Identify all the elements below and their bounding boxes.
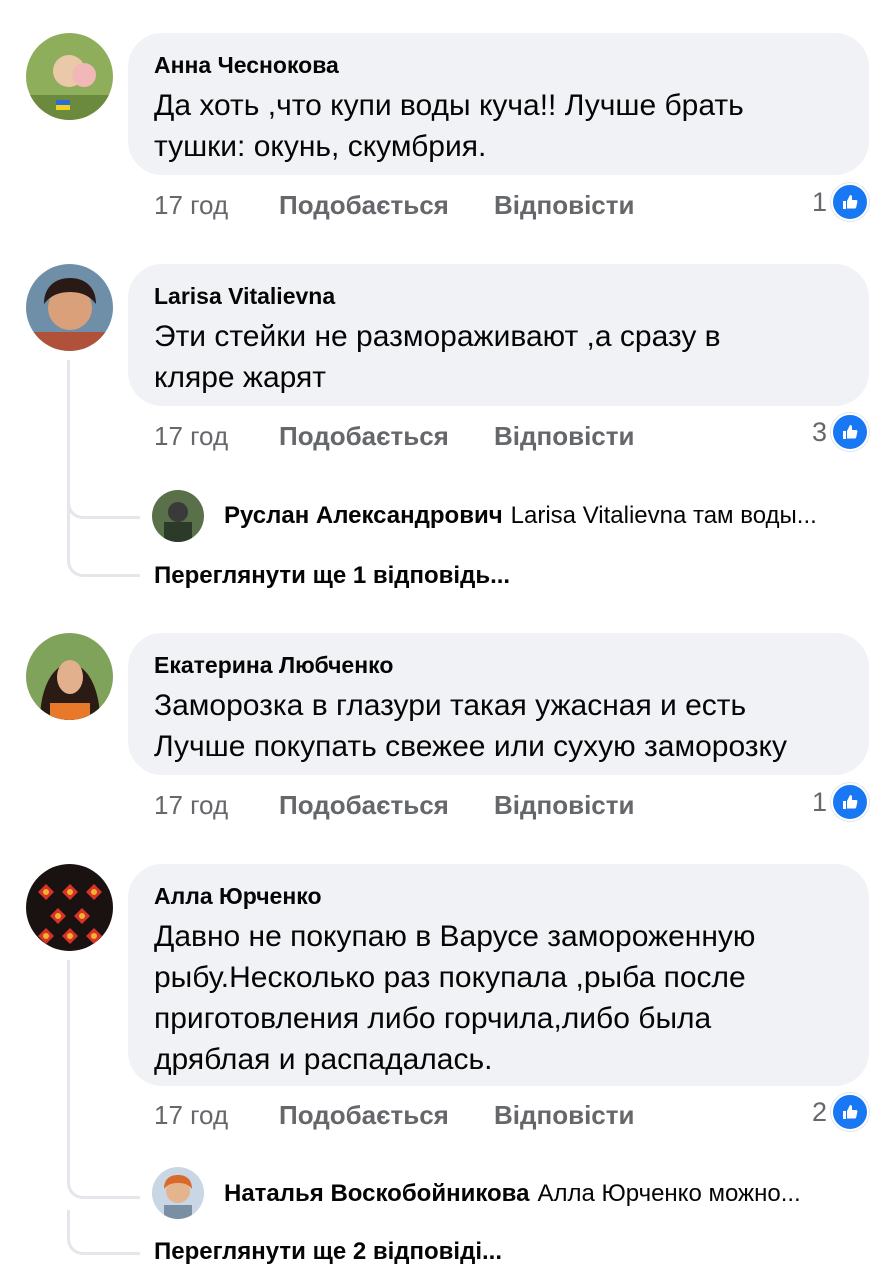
reply-preview[interactable]: Руслан Александрович Larisa Vitalievna та… xyxy=(224,502,817,530)
reply-author[interactable]: Руслан Александрович xyxy=(224,502,503,529)
comment-author[interactable]: Алла Юрченко xyxy=(154,882,843,910)
like-thumb-icon xyxy=(831,183,869,221)
thread-line xyxy=(67,960,70,1180)
comment-bubble: Анна Чеснокова Да хоть ,что купи воды ку… xyxy=(128,33,869,175)
reply-avatar[interactable] xyxy=(152,1167,204,1219)
comment-text: Эти стейки не размораживают ,а сразу в к… xyxy=(154,316,843,398)
reply-avatar[interactable] xyxy=(152,490,204,542)
comment-time[interactable]: 17 год xyxy=(154,420,228,452)
comment-line: Заморозка в глазури такая ужасная и есть xyxy=(154,689,747,722)
comment-line: Лучше покупать свежее или сухую заморозк… xyxy=(154,730,788,763)
reply-button[interactable]: Відповісти xyxy=(494,789,634,821)
comment-text: Давно не покупаю в Варусе замороженную р… xyxy=(154,916,843,1080)
view-more-replies-link[interactable]: Переглянути ще 2 відповіді... xyxy=(154,1238,502,1266)
like-button[interactable]: Подобається xyxy=(279,189,449,221)
comment-line: рыбу.Несколько раз покупала ,рыба после xyxy=(154,961,746,994)
comment-text: Заморозка в глазури такая ужасная и есть… xyxy=(154,685,843,767)
comment-line: приготовления либо горчила,либо была xyxy=(154,1002,712,1035)
reaction-number: 3 xyxy=(811,416,827,447)
reaction-count[interactable]: 1 xyxy=(811,783,869,821)
comment-author[interactable]: Анна Чеснокова xyxy=(154,51,843,79)
avatar[interactable] xyxy=(26,633,113,720)
avatar[interactable] xyxy=(26,264,113,351)
like-thumb-icon xyxy=(831,1093,869,1131)
reply-preview[interactable]: Наталья Воскобойникова Алла Юрченко можно… xyxy=(224,1180,801,1208)
like-button[interactable]: Подобається xyxy=(279,789,449,821)
reaction-number: 1 xyxy=(811,786,827,817)
comment-bubble: Larisa Vitalievna Эти стейки не размораж… xyxy=(128,264,869,406)
like-button[interactable]: Подобається xyxy=(279,1099,449,1131)
reply-button[interactable]: Відповісти xyxy=(494,420,634,452)
comment-author[interactable]: Larisa Vitalievna xyxy=(154,282,843,310)
comment-line: Да хоть ,что купи воды куча!! Лучше брат… xyxy=(154,89,744,122)
avatar[interactable] xyxy=(26,33,113,120)
reply-author[interactable]: Наталья Воскобойникова xyxy=(224,1180,529,1207)
comment-bubble: Алла Юрченко Давно не покупаю в Варусе з… xyxy=(128,864,869,1086)
like-thumb-icon xyxy=(831,783,869,821)
comment-line: Эти стейки не размораживают ,а сразу в xyxy=(154,320,721,353)
comment-line: кляре жарят xyxy=(154,361,327,394)
comment-bubble: Екатерина Любченко Заморозка в глазури т… xyxy=(128,633,869,775)
comment-text: Да хоть ,что купи воды куча!! Лучше брат… xyxy=(154,85,843,167)
reaction-number: 2 xyxy=(811,1096,827,1127)
comment-line: Давно не покупаю в Варусе замороженную xyxy=(154,920,756,953)
comment-time[interactable]: 17 год xyxy=(154,189,228,221)
comment-time[interactable]: 17 год xyxy=(154,789,228,821)
comment-time[interactable]: 17 год xyxy=(154,1099,228,1131)
thread-branch xyxy=(67,1210,140,1255)
reply-text: Larisa Vitalievna там воды... xyxy=(510,502,817,529)
thread-branch xyxy=(67,470,140,519)
avatar[interactable] xyxy=(26,864,113,951)
thread-branch xyxy=(67,1150,140,1199)
reaction-number: 1 xyxy=(811,186,827,217)
like-button[interactable]: Подобається xyxy=(279,420,449,452)
reaction-count[interactable]: 2 xyxy=(811,1093,869,1131)
reply-text: Алла Юрченко можно... xyxy=(537,1180,801,1207)
reply-button[interactable]: Відповісти xyxy=(494,1099,634,1131)
thread-branch xyxy=(67,530,140,577)
view-more-replies-link[interactable]: Переглянути ще 1 відповідь... xyxy=(154,562,510,590)
reaction-count[interactable]: 3 xyxy=(811,413,869,451)
comment-line: дряблая и распадалась. xyxy=(154,1043,493,1076)
reply-button[interactable]: Відповісти xyxy=(494,189,634,221)
reaction-count[interactable]: 1 xyxy=(811,183,869,221)
comment-author[interactable]: Екатерина Любченко xyxy=(154,651,843,679)
like-thumb-icon xyxy=(831,413,869,451)
comment-line: тушки: окунь, скумбрия. xyxy=(154,130,487,163)
